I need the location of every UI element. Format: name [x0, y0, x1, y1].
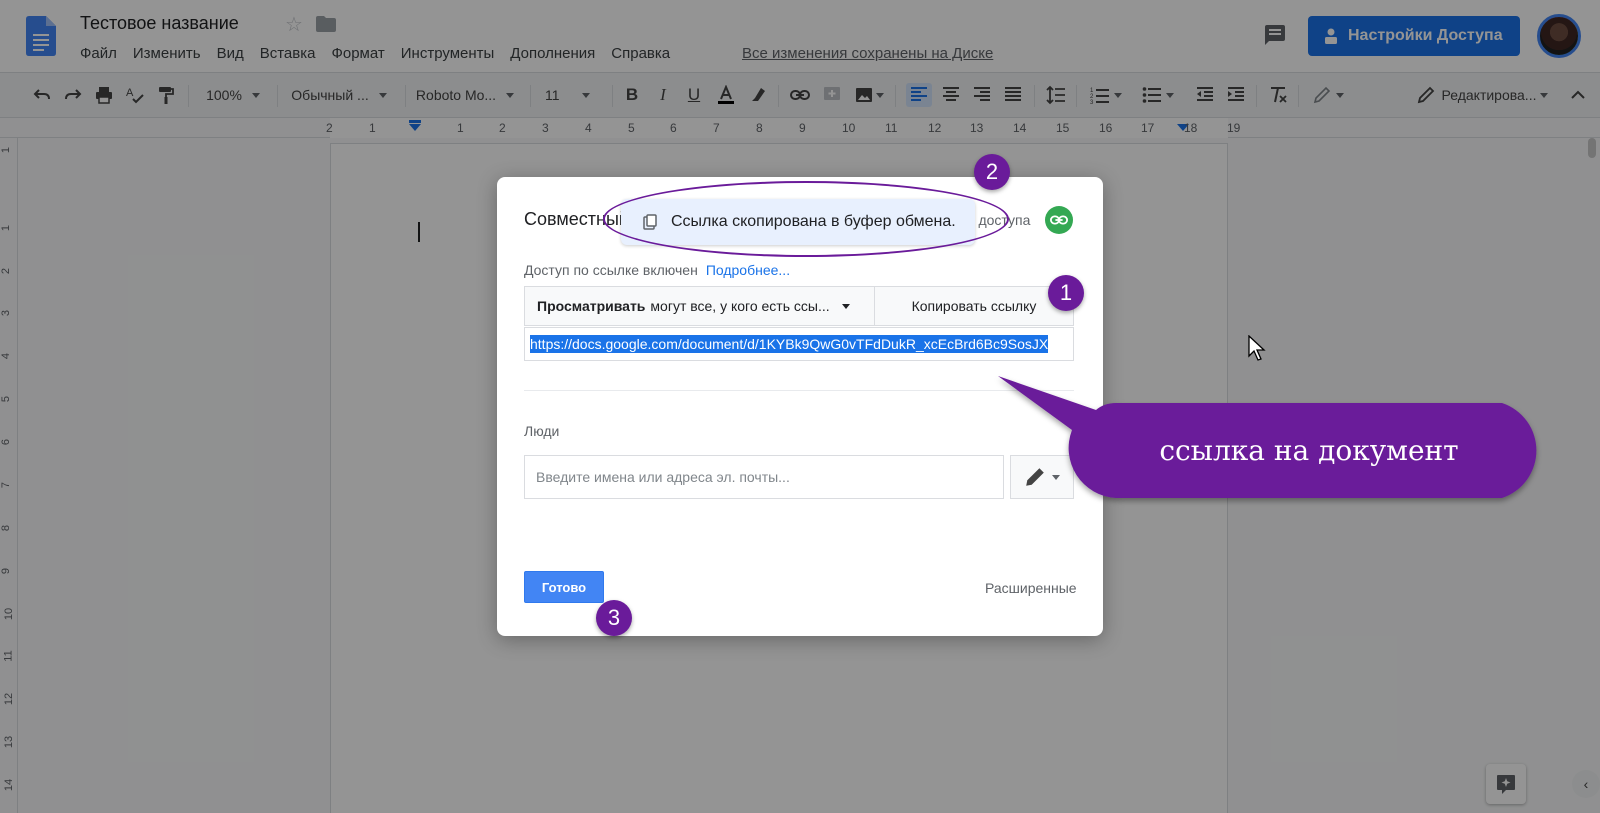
- done-button[interactable]: Готово: [524, 571, 604, 603]
- link-icon: [1050, 215, 1068, 225]
- link-permission-row: Просматривать могут все, у кого есть ссы…: [524, 286, 1074, 326]
- copy-link-button[interactable]: Копировать ссылку: [875, 287, 1073, 325]
- annotation-ring: [603, 181, 1009, 257]
- people-email-input[interactable]: Введите имена или адреса эл. почты...: [524, 455, 1004, 499]
- permission-level: Просматривать: [537, 298, 646, 314]
- annotation-badge-1: 1: [1048, 275, 1084, 311]
- annotation-badge-2: 2: [974, 154, 1010, 190]
- get-link-button[interactable]: [1045, 206, 1073, 234]
- link-access-status: Доступ по ссылке включен Подробнее...: [524, 262, 790, 278]
- link-permission-select[interactable]: Просматривать могут все, у кого есть ссы…: [525, 287, 875, 325]
- permission-description: могут все, у кого есть ссы...: [650, 298, 830, 314]
- advanced-settings-link[interactable]: Расширенные: [985, 580, 1077, 596]
- share-url-field[interactable]: https://docs.google.com/document/d/1KYBk…: [524, 327, 1074, 361]
- link-access-text: Доступ по ссылке включен: [524, 262, 698, 278]
- dialog-divider: [524, 390, 1074, 391]
- chevron-down-icon: [841, 303, 850, 309]
- learn-more-link[interactable]: Подробнее...: [706, 262, 790, 278]
- mouse-pointer-icon: [1248, 335, 1266, 361]
- annotation-badge-3: 3: [596, 600, 632, 636]
- chevron-down-icon: [1052, 474, 1060, 480]
- people-label: Люди: [524, 423, 560, 439]
- annotation-callout-text: ссылка на документ: [1159, 433, 1459, 467]
- share-url-text: https://docs.google.com/document/d/1KYBk…: [530, 335, 1049, 353]
- people-permission-select[interactable]: [1010, 455, 1074, 499]
- pencil-icon: [1026, 468, 1044, 486]
